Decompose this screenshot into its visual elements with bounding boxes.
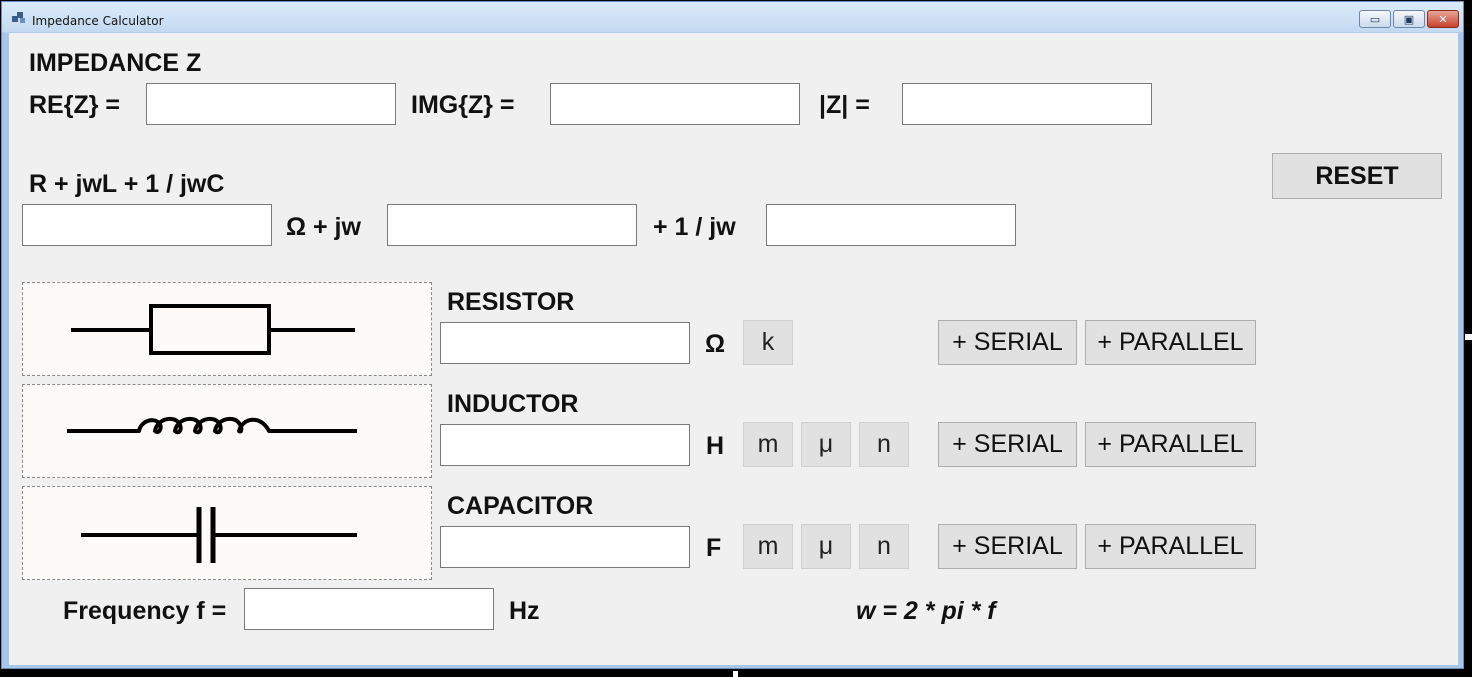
inductor-symbol bbox=[22, 384, 432, 478]
minimize-button[interactable]: ▭ bbox=[1359, 10, 1391, 28]
re-z-label: RE{Z} = bbox=[29, 91, 121, 119]
capacitor-icon bbox=[81, 507, 357, 563]
reset-button[interactable]: RESET bbox=[1272, 153, 1442, 199]
capacitor-value-field[interactable] bbox=[440, 526, 690, 568]
client-area: IMPEDANCE Z RE{Z} = IMG{Z} = |Z| = R + j… bbox=[9, 33, 1458, 665]
resistor-value-field[interactable] bbox=[440, 322, 690, 364]
img-z-label: IMG{Z} = bbox=[411, 91, 515, 119]
omega-formula: w = 2 * pi * f bbox=[856, 597, 996, 625]
capacitor-prefix-m-button[interactable]: m bbox=[743, 524, 793, 569]
resize-grip-bottom bbox=[733, 671, 738, 677]
title-bar[interactable]: Impedance Calculator ▭ ▣ ✕ bbox=[2, 2, 1463, 33]
img-z-field[interactable] bbox=[550, 83, 800, 125]
minimize-icon: ▭ bbox=[1369, 12, 1381, 26]
resistor-heading: RESISTOR bbox=[447, 288, 575, 316]
c-total-field[interactable] bbox=[766, 204, 1016, 246]
inductor-icon bbox=[67, 416, 357, 435]
capacitor-symbol bbox=[22, 486, 432, 580]
inductor-prefix-m-button[interactable]: m bbox=[743, 422, 793, 467]
inductor-value-field[interactable] bbox=[440, 424, 690, 466]
re-z-field[interactable] bbox=[146, 83, 396, 125]
app-window: Impedance Calculator ▭ ▣ ✕ IMPEDANCE Z R… bbox=[1, 1, 1464, 669]
capacitor-prefix-u-button[interactable]: μ bbox=[801, 524, 851, 569]
resistor-unit: Ω bbox=[705, 330, 726, 358]
inductor-heading: INDUCTOR bbox=[447, 390, 579, 418]
r-total-field[interactable] bbox=[22, 204, 272, 246]
app-icon bbox=[12, 12, 25, 23]
inductor-prefix-n-button[interactable]: n bbox=[859, 422, 909, 467]
capacitor-heading: CAPACITOR bbox=[447, 492, 594, 520]
abs-z-field[interactable] bbox=[902, 83, 1152, 125]
inductor-unit: H bbox=[706, 432, 725, 460]
maximize-button[interactable]: ▣ bbox=[1393, 10, 1425, 28]
resistor-serial-button[interactable]: + SERIAL bbox=[938, 320, 1077, 365]
capacitor-prefix-n-button[interactable]: n bbox=[859, 524, 909, 569]
inverse-jw-label: + 1 / jw bbox=[653, 213, 736, 241]
maximize-icon: ▣ bbox=[1403, 12, 1415, 26]
capacitor-serial-button[interactable]: + SERIAL bbox=[938, 524, 1077, 569]
inductor-prefix-u-button[interactable]: μ bbox=[801, 422, 851, 467]
frequency-field[interactable] bbox=[244, 588, 494, 630]
abs-z-label: |Z| = bbox=[819, 91, 870, 119]
resistor-symbol bbox=[22, 282, 432, 376]
frequency-label: Frequency f = bbox=[63, 597, 227, 625]
resistor-parallel-button[interactable]: + PARALLEL bbox=[1085, 320, 1256, 365]
inductor-parallel-button[interactable]: + PARALLEL bbox=[1085, 422, 1256, 467]
resistor-prefix-k-button[interactable]: k bbox=[743, 320, 793, 365]
l-total-field[interactable] bbox=[387, 204, 637, 246]
resize-grip-right bbox=[1465, 334, 1472, 340]
resistor-icon bbox=[71, 304, 355, 355]
capacitor-parallel-button[interactable]: + PARALLEL bbox=[1085, 524, 1256, 569]
formula-heading: R + jwL + 1 / jwC bbox=[29, 170, 225, 198]
close-icon: ✕ bbox=[1438, 12, 1448, 26]
frequency-unit: Hz bbox=[509, 597, 540, 625]
inductor-serial-button[interactable]: + SERIAL bbox=[938, 422, 1077, 467]
window-title: Impedance Calculator bbox=[32, 14, 164, 28]
impedance-heading: IMPEDANCE Z bbox=[29, 49, 202, 77]
omega-jw-label: Ω + jw bbox=[286, 213, 361, 241]
capacitor-unit: F bbox=[706, 534, 722, 562]
close-button[interactable]: ✕ bbox=[1427, 10, 1459, 28]
